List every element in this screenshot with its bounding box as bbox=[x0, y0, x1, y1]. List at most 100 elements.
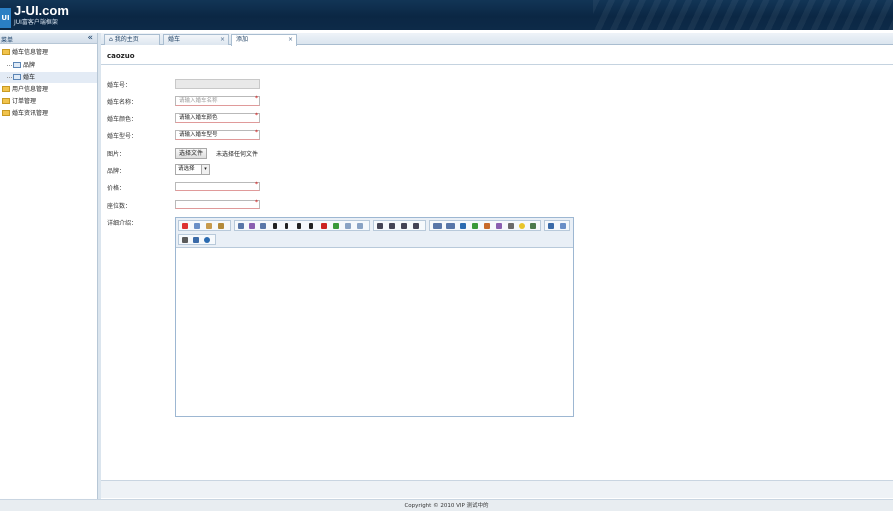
page-title: caozuo bbox=[107, 52, 135, 60]
toolbar-group-misc bbox=[178, 234, 216, 245]
logo-title: J-UI.com bbox=[14, 3, 69, 18]
brand-select[interactable]: 请选择 ▾ bbox=[175, 164, 210, 175]
divider bbox=[101, 64, 893, 65]
car-color-label: 婚车颜色： bbox=[107, 116, 138, 123]
sidebar-item-orders[interactable]: 订单管理 bbox=[2, 96, 36, 107]
brand-select-value: 请选择 bbox=[178, 166, 195, 172]
sidebar-item-user-info[interactable]: 用户信息管理 bbox=[2, 84, 48, 95]
indent-icon[interactable] bbox=[413, 223, 419, 229]
required-mark: * bbox=[255, 112, 258, 119]
help-icon[interactable] bbox=[204, 237, 210, 243]
image-label: 图片： bbox=[107, 151, 126, 158]
flash-icon[interactable] bbox=[484, 223, 490, 229]
sidebar-item-label: 婚车信息管理 bbox=[12, 49, 49, 56]
sidebar-item-news[interactable]: 婚车资讯管理 bbox=[2, 108, 48, 119]
sidebar-header: 菜单 « bbox=[0, 33, 97, 44]
tab-label: 婚车 bbox=[168, 36, 181, 43]
emoticon-icon[interactable] bbox=[519, 223, 525, 229]
car-model-label: 婚车型号： bbox=[107, 133, 138, 140]
anchor-icon[interactable] bbox=[460, 223, 466, 229]
page-icon bbox=[13, 61, 21, 68]
car-no-label: 婚车号： bbox=[107, 82, 132, 89]
underline-icon[interactable] bbox=[297, 223, 301, 229]
collapse-icon[interactable]: « bbox=[87, 33, 93, 43]
font-color-icon[interactable] bbox=[321, 223, 327, 229]
choose-file-button[interactable]: 选择文件 bbox=[175, 148, 208, 159]
format-icon[interactable] bbox=[238, 223, 244, 229]
editor-toolbar bbox=[176, 218, 573, 248]
unlink-icon[interactable] bbox=[446, 223, 455, 229]
required-mark: * bbox=[255, 129, 258, 136]
car-name-field[interactable]: 请输入婚车名称 bbox=[175, 96, 260, 106]
table-icon[interactable] bbox=[530, 223, 536, 229]
sidebar-item-car-info[interactable]: 婚车信息管理 bbox=[2, 47, 48, 58]
logo-subtitle: JUI富客户端框架 bbox=[14, 19, 58, 26]
font-size-icon[interactable] bbox=[260, 223, 266, 229]
seats-field[interactable] bbox=[175, 200, 260, 209]
tab-add[interactable]: 添加 × bbox=[231, 34, 297, 46]
link-icon[interactable] bbox=[433, 223, 442, 229]
description-label: 详细介绍： bbox=[107, 220, 138, 227]
sidebar-item-car[interactable]: 婚车 bbox=[0, 72, 97, 83]
cut-icon[interactable] bbox=[182, 223, 188, 229]
strikethrough-icon[interactable] bbox=[309, 223, 313, 229]
file-status: 未选择任何文件 bbox=[216, 151, 259, 158]
tree-line bbox=[7, 65, 12, 66]
car-color-field[interactable]: 请输入婚车颜色 bbox=[175, 113, 260, 123]
close-icon[interactable]: × bbox=[220, 35, 225, 45]
chevron-down-icon: ▾ bbox=[201, 165, 209, 174]
content-footer bbox=[101, 480, 893, 498]
paste-text-icon[interactable] bbox=[218, 223, 224, 229]
tab-label: 添加 bbox=[236, 36, 249, 43]
media-icon[interactable] bbox=[496, 223, 502, 229]
sidebar: 菜单 « 婚车信息管理 品牌 婚车 用户信息管理 订单管理 婚车资讯管理 bbox=[0, 33, 98, 499]
sidebar-item-brand[interactable]: 品牌 bbox=[7, 60, 35, 71]
align-left-icon[interactable] bbox=[377, 223, 383, 229]
print-icon[interactable] bbox=[182, 237, 188, 243]
list-icon[interactable] bbox=[401, 223, 407, 229]
car-model-field[interactable]: 请输入婚车型号 bbox=[175, 130, 260, 140]
copy-icon[interactable] bbox=[194, 223, 200, 229]
sidebar-item-label: 订单管理 bbox=[12, 98, 37, 105]
price-label: 价格： bbox=[107, 185, 126, 192]
folder-icon bbox=[2, 48, 10, 55]
folder-icon bbox=[2, 97, 10, 104]
required-mark: * bbox=[255, 199, 258, 206]
toolbar-group-clipboard bbox=[178, 220, 231, 231]
rich-text-editor[interactable] bbox=[175, 217, 574, 417]
seats-label: 座位数： bbox=[107, 203, 132, 210]
sidebar-title: 菜单 bbox=[1, 37, 14, 44]
tab-car[interactable]: 婚车 × bbox=[163, 34, 229, 45]
tree-line bbox=[7, 77, 12, 78]
image-icon[interactable] bbox=[472, 223, 478, 229]
bold-icon[interactable] bbox=[273, 223, 277, 229]
page-footer: Copyright © 2010 VIP 测试中的 bbox=[0, 499, 893, 511]
fullscreen-icon[interactable] bbox=[193, 237, 199, 243]
remove-format-icon[interactable] bbox=[345, 223, 351, 229]
font-icon[interactable] bbox=[249, 223, 255, 229]
tab-home[interactable]: ⌂ 我的主页 bbox=[104, 34, 160, 45]
align-center-icon[interactable] bbox=[389, 223, 395, 229]
sidebar-item-label: 婚车 bbox=[23, 74, 36, 81]
sidebar-item-label: 用户信息管理 bbox=[12, 86, 49, 93]
close-icon[interactable]: × bbox=[288, 35, 293, 45]
paste-icon[interactable] bbox=[206, 223, 212, 229]
italic-icon[interactable] bbox=[285, 223, 288, 229]
sidebar-item-label: 品牌 bbox=[23, 62, 36, 69]
app-header: UI J-UI.com JUI富客户端框架 bbox=[0, 0, 893, 30]
highlight-icon[interactable] bbox=[333, 223, 339, 229]
price-field[interactable] bbox=[175, 182, 260, 191]
hr-icon[interactable] bbox=[508, 223, 514, 229]
folder-icon bbox=[2, 85, 10, 92]
preview-icon[interactable] bbox=[560, 223, 566, 229]
toolbar-group-view bbox=[544, 220, 570, 231]
tab-bar: ⌂ 我的主页 婚车 × 添加 × bbox=[101, 33, 893, 46]
eraser-icon[interactable] bbox=[357, 223, 363, 229]
required-mark: * bbox=[255, 181, 258, 188]
source-icon[interactable] bbox=[548, 223, 554, 229]
required-mark: * bbox=[255, 95, 258, 102]
main-content: caozuo 婚车号： 婚车名称： 请输入婚车名称 * 婚车颜色： 请输入婚车颜… bbox=[101, 46, 893, 480]
toolbar-group-insert bbox=[429, 220, 541, 231]
brand-label: 品牌： bbox=[107, 168, 126, 175]
tab-label: 我的主页 bbox=[114, 36, 139, 43]
